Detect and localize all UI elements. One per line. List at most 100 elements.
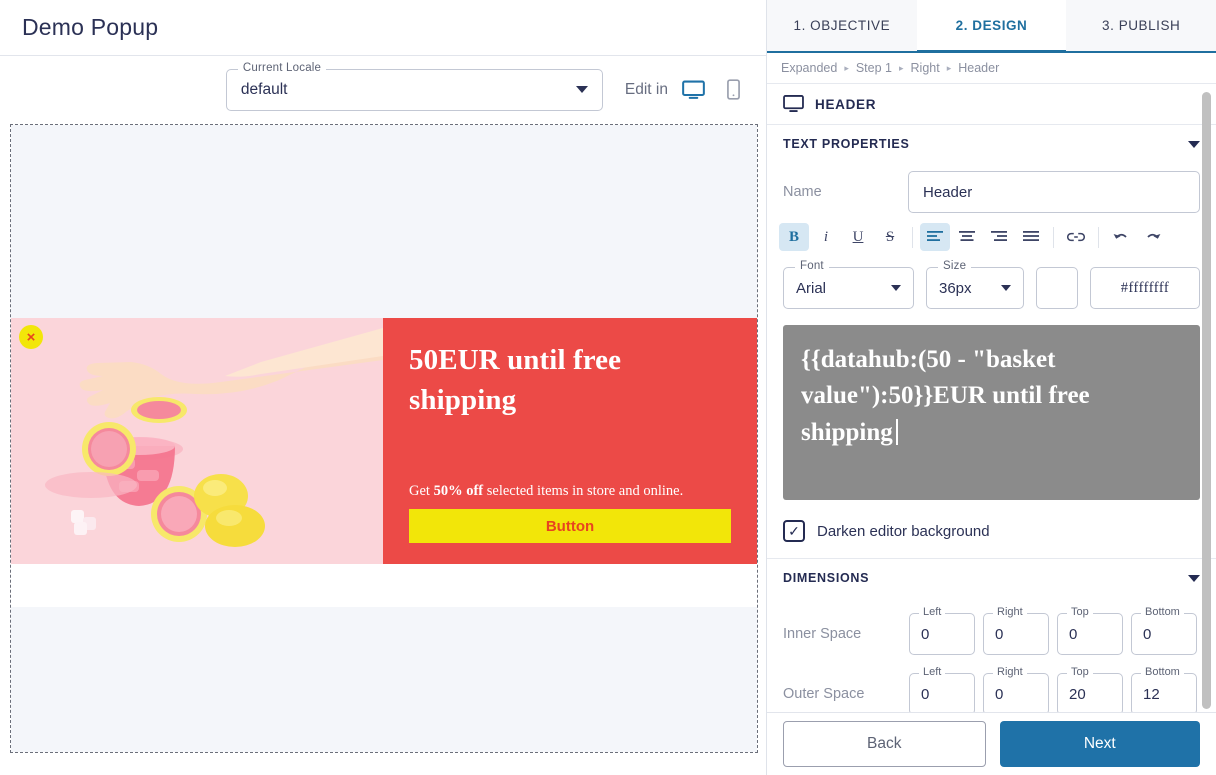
current-locale-select[interactable]: Current Locale default (225, 61, 603, 111)
text-color-swatch[interactable] (1036, 267, 1078, 309)
current-locale-value: default (240, 80, 288, 98)
edit-in-group: Edit in (625, 75, 748, 105)
rich-text-toolbar: B i U S (767, 217, 1216, 253)
outer-space-right-legend: Right (993, 666, 1027, 678)
tab-design[interactable]: 2. DESIGN (916, 0, 1067, 53)
breadcrumb-item-step1[interactable]: Step 1 (856, 61, 892, 75)
font-value: Arial (796, 279, 827, 297)
dimensions-title: DIMENSIONS (783, 571, 870, 585)
chevron-down-icon (575, 86, 588, 93)
size-value: 36px (939, 279, 972, 297)
wizard-tabs: 1. OBJECTIVE 2. DESIGN 3. PUBLISH (767, 0, 1216, 53)
document-topbar: Demo Popup (0, 0, 766, 56)
outer-space-bottom-legend: Bottom (1141, 666, 1184, 678)
outer-space-label: Outer Space (783, 686, 865, 702)
inner-space-left-input[interactable]: Left 0 (909, 606, 975, 655)
popup-hero-image[interactable]: × (11, 318, 383, 564)
grapefruit-photo (11, 318, 383, 564)
name-input[interactable] (908, 171, 1200, 213)
scrollbar-thumb[interactable] (1202, 92, 1211, 709)
chevron-down-icon (1188, 574, 1200, 582)
bold-icon[interactable]: B (779, 223, 809, 251)
redo-icon[interactable] (1138, 223, 1168, 251)
close-icon[interactable]: × (19, 325, 43, 349)
strikethrough-icon[interactable]: S (875, 223, 905, 251)
popup-subtext[interactable]: Get 50% off selected items in store and … (409, 483, 731, 500)
editor-canvas-pane: Demo Popup Current Locale default Edit i… (0, 0, 767, 775)
dimensions-section-toggle[interactable]: DIMENSIONS (767, 559, 1216, 597)
outer-space-row: Outer Space Left 0 Right 0 Top 20 Bottom… (767, 657, 1216, 712)
inner-space-top-value: 0 (1069, 625, 1078, 643)
italic-icon[interactable]: i (811, 223, 841, 251)
inner-space-bottom-input[interactable]: Bottom 0 (1131, 606, 1197, 655)
properties-scrollbar[interactable] (1202, 84, 1211, 712)
outer-space-right-value: 0 (995, 685, 1004, 703)
outer-space-bottom-value: 12 (1143, 685, 1160, 703)
inner-space-right-legend: Right (993, 606, 1027, 618)
header-section-title: HEADER (815, 96, 877, 112)
inner-space-label: Inner Space (783, 626, 862, 642)
popup-subtext-suffix: selected items in store and online. (483, 483, 684, 499)
popup-subtext-bold: 50% off (433, 483, 484, 499)
popup-content-panel[interactable]: 50EUR until free shipping Get 50% off se… (383, 318, 757, 564)
chevron-down-icon (1188, 140, 1200, 148)
rich-text-editor[interactable]: {{datahub:(50 - "basket value"):50}}EUR … (783, 325, 1200, 500)
mobile-icon[interactable] (718, 75, 748, 105)
align-justify-icon[interactable] (1016, 223, 1046, 251)
breadcrumb-separator-icon: ▸ (946, 62, 952, 73)
text-color-hex-value: #ffffffff (1120, 279, 1170, 296)
outer-space-left-value: 0 (921, 685, 930, 703)
toolbar-divider (1053, 226, 1054, 248)
inner-space-left-value: 0 (921, 625, 930, 643)
outer-space-left-input[interactable]: Left 0 (909, 666, 975, 712)
chevron-down-icon (891, 285, 901, 291)
inner-space-top-input[interactable]: Top 0 (1057, 606, 1123, 655)
inner-space-right-value: 0 (995, 625, 1004, 643)
tab-publish[interactable]: 3. PUBLISH (1066, 0, 1216, 51)
outer-space-left-legend: Left (919, 666, 946, 678)
wizard-footer: Back Next (767, 712, 1216, 775)
font-family-select[interactable]: Font Arial (783, 260, 914, 309)
desktop-icon[interactable] (678, 75, 708, 105)
next-button[interactable]: Next (999, 721, 1200, 767)
name-row: Name (767, 163, 1216, 217)
font-size-select[interactable]: Size 36px (926, 260, 1024, 309)
rich-text-editor-content[interactable]: {{datahub:(50 - "basket value"):50}}EUR … (801, 342, 1182, 451)
align-left-icon[interactable] (920, 223, 950, 251)
undo-icon[interactable] (1106, 223, 1136, 251)
canvas-band-bottom (11, 607, 757, 752)
inner-space-row: Inner Space Left 0 Right 0 Top 0 Bottom (767, 597, 1216, 657)
editor-text-value: {{datahub:(50 - "basket value"):50}}EUR … (801, 346, 1090, 446)
breadcrumb-item-header[interactable]: Header (958, 61, 999, 75)
align-right-icon[interactable] (984, 223, 1014, 251)
inner-space-right-input[interactable]: Right 0 (983, 606, 1049, 655)
inner-space-left-legend: Left (919, 606, 946, 618)
breadcrumb-separator-icon: ▸ (844, 62, 849, 73)
darken-editor-background-row: ✓ Darken editor background (767, 500, 1216, 559)
breadcrumb: Expanded ▸ Step 1 ▸ Right ▸ Header (767, 53, 1216, 84)
darken-editor-background-checkbox[interactable]: ✓ (783, 520, 805, 542)
size-legend: Size (938, 260, 972, 272)
outer-space-right-input[interactable]: Right 0 (983, 666, 1049, 712)
canvas-toolbar: Current Locale default Edit in (0, 56, 766, 123)
tab-objective[interactable]: 1. OBJECTIVE (767, 0, 917, 51)
canvas-band-top (11, 125, 757, 318)
popup-design-canvas[interactable]: × 50EUR until free shipping Get 50% off … (10, 124, 758, 753)
text-properties-section-toggle[interactable]: TEXT PROPERTIES (767, 125, 1216, 163)
popup-cta-button[interactable]: Button (409, 509, 731, 543)
breadcrumb-item-right[interactable]: Right (911, 61, 940, 75)
back-button[interactable]: Back (783, 721, 986, 767)
header-section-bar: HEADER (767, 84, 1216, 125)
align-center-icon[interactable] (952, 223, 982, 251)
text-color-hex-input[interactable]: #ffffffff (1090, 267, 1200, 309)
breadcrumb-item-expanded[interactable]: Expanded (781, 61, 837, 75)
outer-space-top-input[interactable]: Top 20 (1057, 666, 1123, 712)
popup-subtext-prefix: Get (409, 483, 434, 499)
link-icon[interactable] (1061, 223, 1091, 251)
popup-headline[interactable]: 50EUR until free shipping (409, 340, 731, 420)
outer-space-bottom-input[interactable]: Bottom 12 (1131, 666, 1197, 712)
popup-preview[interactable]: × 50EUR until free shipping Get 50% off … (11, 318, 757, 564)
underline-icon[interactable]: U (843, 223, 873, 251)
darken-editor-background-label: Darken editor background (817, 522, 990, 540)
font-legend: Font (795, 260, 829, 272)
